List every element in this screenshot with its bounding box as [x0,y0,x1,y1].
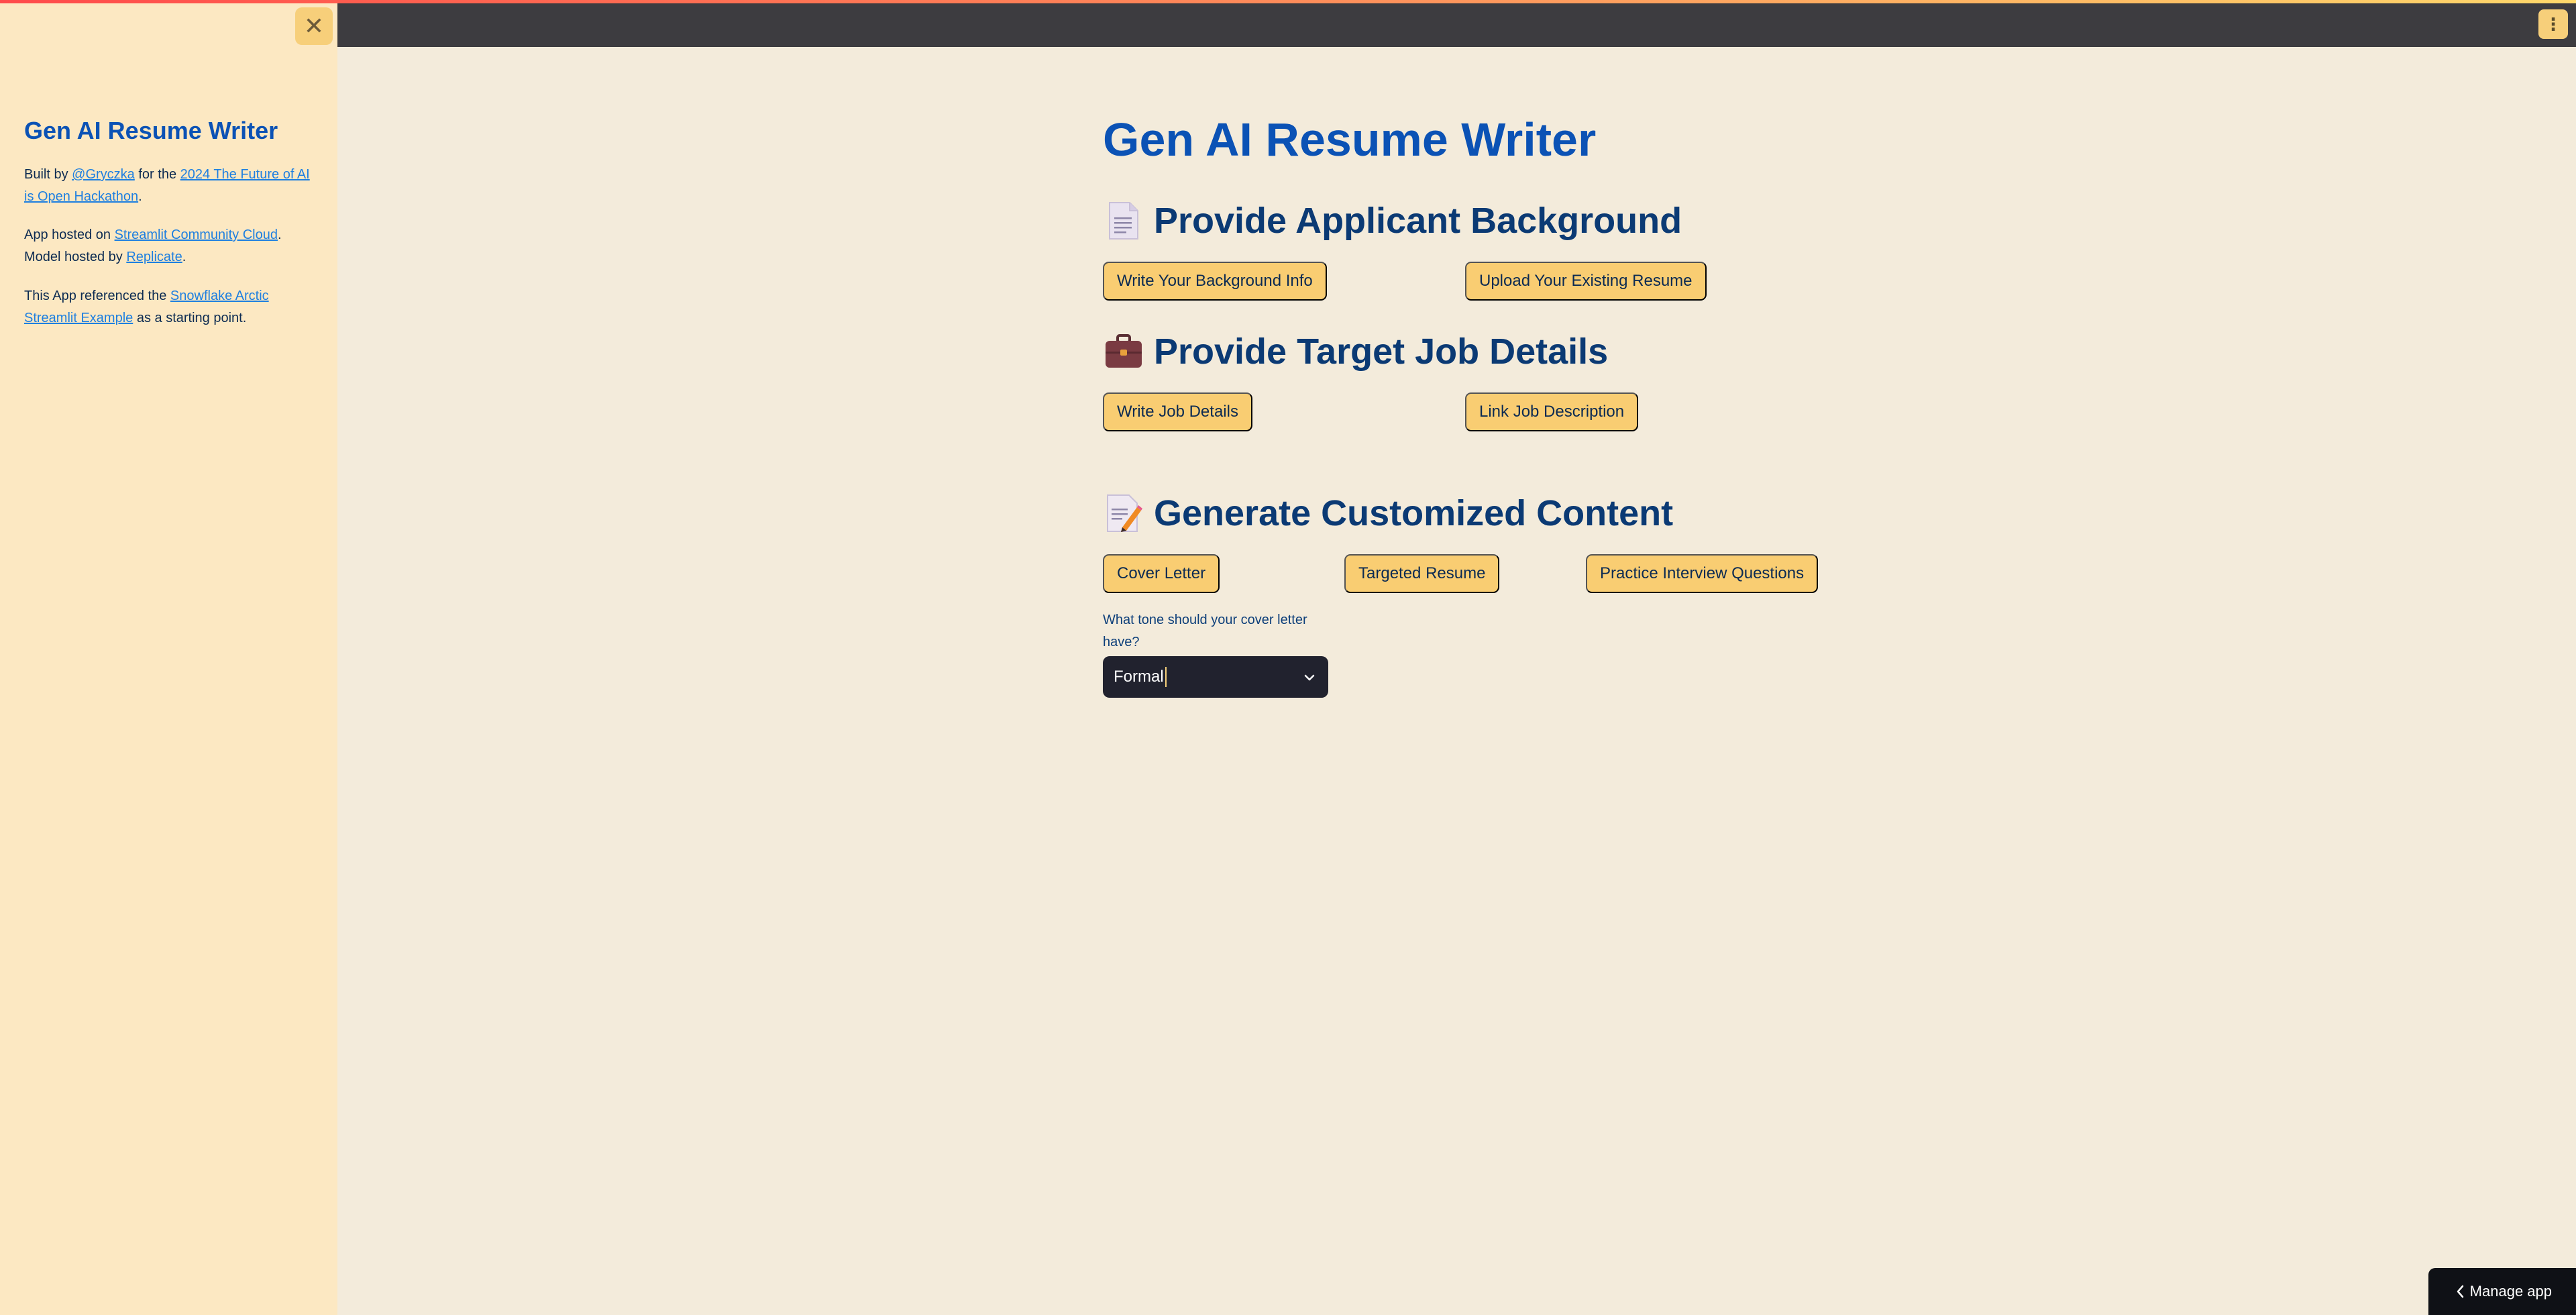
practice-interview-button[interactable]: Practice Interview Questions [1586,554,1819,593]
more-vertical-icon: ⋮ [2544,13,2562,34]
tone-select-label: What tone should your cover letter have? [1103,613,1307,649]
targeted-resume-button[interactable]: Targeted Resume [1344,554,1500,593]
section-heading: Generate Customized Content [1154,493,1674,533]
sidebar-reference: This App referenced the Snowflake Arctic… [24,288,269,325]
author-link[interactable]: @Gryczka [72,167,135,182]
cover-letter-button[interactable]: Cover Letter [1103,554,1220,593]
section-generate-content: Generate Customized Content [1103,492,1673,534]
link-job-description-button[interactable]: Link Job Description [1465,392,1639,431]
main-menu-button[interactable]: ⋮ [2538,9,2568,39]
section-heading: Provide Target Job Details [1154,331,1609,372]
app-header: ⋮ [337,0,2576,47]
section-target-job: Provide Target Job Details [1103,331,1608,372]
chevron-left-icon [2454,1284,2467,1303]
manage-app-button[interactable]: Manage app [2428,1268,2576,1315]
tone-select-value: Formal [1114,668,1164,686]
upload-resume-button[interactable]: Upload Your Existing Resume [1465,262,1707,301]
manage-app-label: Manage app [2469,1283,2552,1300]
briefcase-icon [1103,331,1144,372]
header-decoration [0,0,2576,3]
close-icon: ✕ [303,12,325,40]
write-background-button[interactable]: Write Your Background Info [1103,262,1327,301]
chevron-down-icon [1303,670,1316,689]
sidebar-credits: Built by @Gryczka for the 2024 The Futur… [24,167,310,204]
replicate-link[interactable]: Replicate [126,250,182,264]
document-icon [1103,200,1144,242]
section-applicant-background: Provide Applicant Background [1103,200,1682,242]
close-sidebar-button[interactable]: ✕ [295,7,333,45]
sidebar-title: Gen AI Resume Writer [24,117,278,144]
page-title: Gen AI Resume Writer [1103,113,1597,166]
sidebar-hosting: App hosted on Streamlit Community Cloud.… [24,227,282,264]
streamlit-cloud-link[interactable]: Streamlit Community Cloud [115,227,278,242]
write-job-details-button[interactable]: Write Job Details [1103,392,1252,431]
section-heading: Provide Applicant Background [1154,201,1682,241]
memo-icon [1103,492,1144,534]
sidebar: ✕ Gen AI Resume Writer Built by @Gryczka… [0,0,337,1315]
tone-select[interactable]: Formal [1103,656,1328,698]
text-cursor [1165,667,1167,687]
